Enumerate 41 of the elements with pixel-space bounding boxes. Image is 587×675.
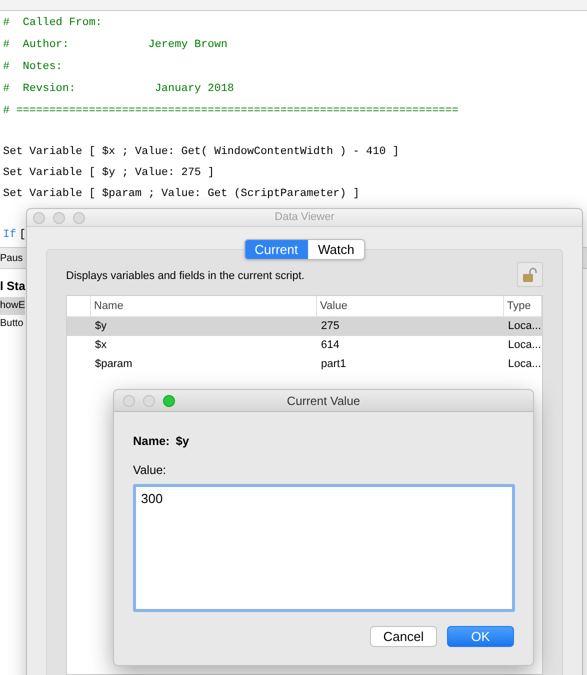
comment-line: # Notes:: [3, 60, 62, 75]
script-step: Set Variable [ $param ; Value: Get (ScriptParameter) ]: [3, 184, 360, 205]
comment-line: # Called From:: [3, 16, 102, 31]
value-label: Value:: [133, 462, 166, 479]
tab[interactable]: Watch: [308, 240, 364, 259]
column-header[interactable]: Value: [320, 298, 348, 314]
lock-button[interactable]: [517, 262, 543, 287]
table-cell-text: $param: [95, 357, 134, 372]
table-cell-text: 275: [321, 319, 340, 334]
comment-line: # Revsion: January 2018: [3, 82, 234, 97]
script-keyword: If: [3, 228, 16, 243]
unlocked-padlock-icon: [522, 266, 538, 282]
panel-heading: l Sta: [0, 278, 26, 295]
name-label: Name:: [133, 433, 170, 450]
value-field[interactable]: 300: [133, 484, 515, 612]
table-cell-text: part1: [321, 357, 348, 372]
toolbar-label: Paus: [0, 252, 23, 266]
table-cell-text: Loca...: [508, 357, 542, 372]
table-cell-text: Loca...: [508, 319, 542, 334]
script-step: Set Variable [ $x ; Value: Get( WindowContentWidth ) - 410 ]: [3, 142, 400, 163]
table-cell-text: Loca...: [508, 338, 542, 354]
comment-line: # Author: Jeremy Brown: [3, 38, 228, 53]
script-step: Set Variable [ $y ; Value: 275 ]: [3, 163, 214, 184]
comment-line: # ===================================================================: [3, 104, 458, 119]
cancel-button[interactable]: Cancel: [370, 626, 437, 647]
table-cell-text: $y: [95, 319, 108, 334]
tab[interactable]: Current: [244, 240, 308, 259]
description-text: Displays variables and fields in the current script.: [66, 269, 304, 284]
table-row[interactable]: $y 275 Loca...: [67, 317, 542, 336]
table-cell-text: $x: [95, 338, 108, 354]
column-header[interactable]: Name: [94, 298, 124, 314]
column-header[interactable]: Type: [507, 298, 531, 314]
variable-name: $y: [176, 433, 190, 450]
script-step: [: [19, 225, 26, 246]
table-cell-text: 614: [321, 338, 340, 354]
table-row[interactable]: $param part1 Loca...: [67, 355, 542, 374]
list-item[interactable]: Butto: [0, 315, 24, 333]
list-item[interactable]: howE: [0, 297, 26, 315]
window-title: Current Value: [286, 392, 360, 410]
table-row[interactable]: $x 614 Loca...: [67, 336, 542, 355]
window-title: Data Viewer: [274, 210, 334, 226]
